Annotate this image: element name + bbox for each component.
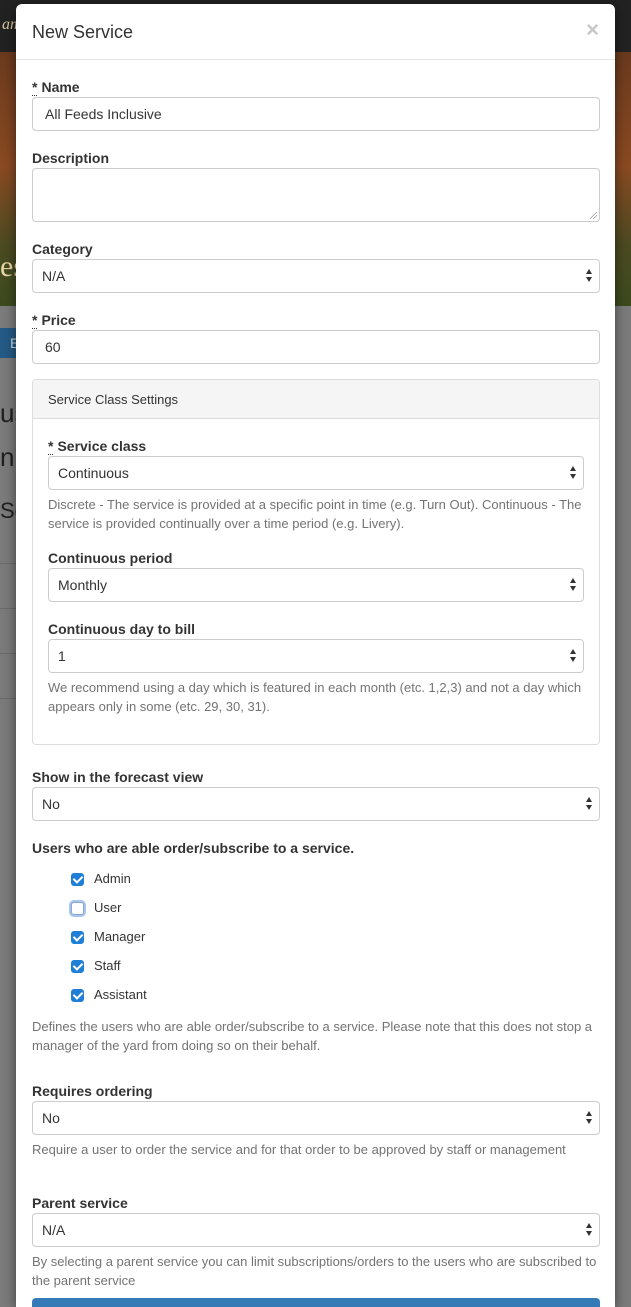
requires-ordering-label: Requires ordering — [32, 1083, 153, 1099]
continuous-period-label: Continuous period — [48, 550, 173, 566]
checkbox-checked[interactable] — [71, 960, 84, 973]
close-icon[interactable]: × — [586, 17, 599, 43]
requires-ordering-select[interactable]: No — [32, 1101, 600, 1135]
checkbox-label: Assistant — [94, 987, 147, 1002]
checkbox-label: User — [94, 900, 122, 915]
continuous-period-select[interactable]: Monthly — [48, 568, 584, 602]
name-label: * Name — [32, 79, 80, 96]
continuous-day-label: Continuous day to bill — [48, 621, 195, 637]
forecast-label: Show in the forecast view — [32, 769, 204, 785]
category-value: N/A — [42, 268, 66, 284]
service-class-value: Continuous — [58, 465, 129, 481]
select-arrows-icon — [586, 1223, 593, 1237]
category-select[interactable]: N/A — [32, 259, 600, 293]
select-arrows-icon — [586, 797, 593, 811]
description-label: Description — [32, 150, 110, 166]
new-service-modal: New Service × *Name Description Category… — [16, 4, 615, 1307]
price-label: * Price — [32, 312, 76, 329]
users-label: Users who are able order/subscribe to a … — [32, 840, 355, 856]
description-textarea[interactable] — [32, 168, 600, 222]
modal-header: New Service × — [16, 4, 615, 60]
select-arrows-icon — [570, 466, 577, 480]
parent-service-value: N/A — [42, 1222, 66, 1238]
parent-service-help: By selecting a parent service you can li… — [32, 1254, 597, 1288]
panel-title: Service Class Settings — [48, 392, 179, 407]
checkbox-label: Manager — [94, 929, 146, 944]
requires-ordering-help: Require a user to order the service and … — [32, 1142, 566, 1157]
checkbox-checked[interactable] — [71, 989, 84, 1002]
continuous-day-help: We recommend using a day which is featur… — [48, 680, 582, 714]
users-help: Defines the users who are able order/sub… — [32, 1019, 593, 1053]
checkbox-unchecked[interactable] — [71, 902, 84, 915]
continuous-period-value: Monthly — [58, 577, 108, 593]
checkbox-checked[interactable] — [71, 873, 84, 886]
required-marker: * — [48, 438, 54, 455]
select-arrows-icon — [586, 269, 593, 283]
required-marker: * — [32, 79, 38, 96]
forecast-select[interactable]: No — [32, 787, 600, 821]
select-arrows-icon — [586, 1111, 593, 1125]
service-class-panel: Service Class Settings * Service class Co… — [32, 379, 600, 745]
requires-ordering-value: No — [42, 1110, 60, 1126]
name-input[interactable] — [32, 97, 600, 131]
checkbox-label: Staff — [94, 958, 121, 973]
select-arrows-icon — [570, 649, 577, 663]
service-class-select[interactable]: Continuous — [48, 456, 584, 490]
parent-service-select[interactable]: N/A — [32, 1213, 600, 1247]
panel-heading: Service Class Settings — [33, 380, 599, 419]
checkbox-label: Admin — [94, 871, 131, 886]
service-class-label: * Service class — [48, 438, 147, 455]
continuous-day-select[interactable]: 1 — [48, 639, 584, 673]
select-arrows-icon — [570, 578, 577, 592]
parent-service-label: Parent service — [32, 1195, 128, 1211]
price-input[interactable] — [32, 330, 600, 364]
modal-title: New Service — [32, 22, 134, 42]
category-label: Category — [32, 241, 93, 257]
resize-handle-icon[interactable] — [590, 212, 597, 219]
required-marker: * — [32, 312, 38, 329]
submit-button[interactable] — [32, 1298, 600, 1307]
service-class-help: Discrete - The service is provided at a … — [48, 497, 582, 531]
forecast-value: No — [42, 796, 60, 812]
continuous-day-value: 1 — [58, 648, 66, 664]
checkbox-checked[interactable] — [71, 931, 84, 944]
